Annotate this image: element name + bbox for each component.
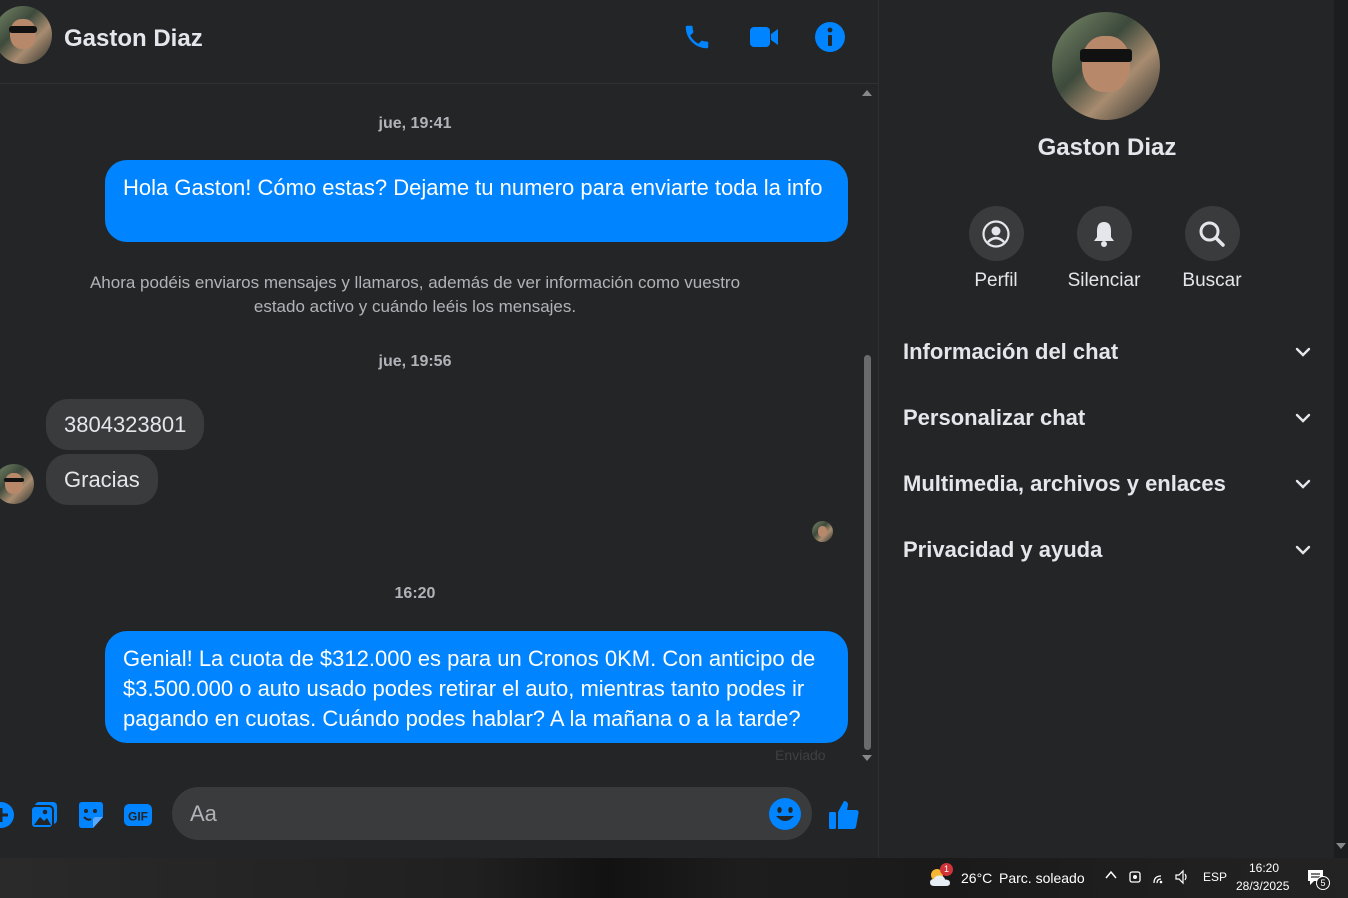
messenger-window: Gaston Diaz jue, 19:41 Hola Gaston! Cómo… xyxy=(0,0,1348,898)
message-timestamp: jue, 19:41 xyxy=(378,115,452,132)
input-language[interactable]: ESP xyxy=(1203,870,1227,884)
chevron-down-icon xyxy=(1295,545,1311,555)
emoji-icon[interactable] xyxy=(767,796,803,832)
notification-count: 5 xyxy=(1316,876,1330,890)
gif-icon[interactable]: GIF xyxy=(121,798,155,832)
info-icon[interactable] xyxy=(813,20,847,54)
scrollbar-thumb[interactable] xyxy=(864,355,871,750)
chevron-down-icon xyxy=(1295,479,1311,489)
contact-name[interactable]: Gaston Diaz xyxy=(64,25,203,53)
chevron-down-icon xyxy=(1295,347,1311,357)
delivery-status: Enviado xyxy=(775,747,826,763)
panel-scrollbar[interactable] xyxy=(1334,0,1348,858)
profile-icon xyxy=(968,206,1024,261)
profile-button-label: Perfil xyxy=(974,270,1018,291)
windows-taskbar: 1 26°C Parc. soleado ESP 16:20 28/3/2025… xyxy=(0,858,1348,898)
message-timestamp: 16:20 xyxy=(394,585,436,602)
received-message[interactable]: Gracias xyxy=(46,454,158,505)
sent-message[interactable]: Genial! La cuota de $312.000 es para un … xyxy=(105,631,848,743)
section-privacy-help[interactable]: Privacidad y ayuda xyxy=(903,530,1313,570)
meet-now-icon[interactable] xyxy=(1127,869,1143,885)
conversation-info-panel: Gaston Diaz Perfil Silenciar Buscar Info… xyxy=(878,0,1334,858)
chat-pane: Gaston Diaz jue, 19:41 Hola Gaston! Cómo… xyxy=(0,0,878,858)
section-title: Personalizar chat xyxy=(903,405,1086,430)
section-title: Privacidad y ayuda xyxy=(903,537,1103,562)
bell-icon xyxy=(1076,206,1132,261)
search-button-label: Buscar xyxy=(1182,270,1242,291)
clock-date[interactable]: 28/3/2025 xyxy=(1236,879,1289,893)
received-message[interactable]: 3804323801 xyxy=(46,399,205,450)
scroll-down-icon[interactable] xyxy=(862,755,872,761)
section-title: Información del chat xyxy=(903,339,1119,364)
wifi-icon[interactable] xyxy=(1152,869,1168,885)
weather-description[interactable]: Parc. soleado xyxy=(999,870,1085,886)
chevron-up-icon[interactable] xyxy=(1104,868,1118,884)
image-icon[interactable] xyxy=(27,798,61,832)
profile-button[interactable]: Perfil xyxy=(941,206,1051,292)
profile-avatar[interactable] xyxy=(1052,12,1160,120)
chat-header: Gaston Diaz xyxy=(0,0,878,84)
search-icon xyxy=(1184,206,1240,261)
weather-temperature[interactable]: 26°C xyxy=(961,870,992,886)
section-title: Multimedia, archivos y enlaces xyxy=(903,471,1226,496)
message-timestamp: jue, 19:56 xyxy=(378,353,452,370)
weather-badge: 1 xyxy=(940,863,953,876)
plus-icon[interactable] xyxy=(0,798,18,832)
sticker-icon[interactable] xyxy=(74,798,108,832)
section-media-files-links[interactable]: Multimedia, archivos y enlaces xyxy=(903,464,1313,504)
section-customize-chat[interactable]: Personalizar chat xyxy=(903,398,1313,438)
thumbs-up-icon[interactable] xyxy=(827,798,861,832)
clock-time[interactable]: 16:20 xyxy=(1249,861,1279,875)
sender-avatar xyxy=(0,464,34,504)
video-call-icon[interactable] xyxy=(747,20,781,54)
svg-text:GIF: GIF xyxy=(128,810,148,824)
search-button[interactable]: Buscar xyxy=(1157,206,1267,292)
profile-name: Gaston Diaz xyxy=(1037,134,1177,161)
section-chat-info[interactable]: Información del chat xyxy=(903,332,1313,372)
system-notice: Ahora podéis enviaros mensajes y llamaro… xyxy=(89,273,741,316)
sent-message[interactable]: Hola Gaston! Cómo estas? Dejame tu numer… xyxy=(105,160,848,242)
volume-icon[interactable] xyxy=(1174,869,1190,885)
scroll-down-icon[interactable] xyxy=(1336,843,1346,849)
contact-avatar[interactable] xyxy=(0,6,52,64)
seen-indicator-avatar xyxy=(812,521,833,542)
mute-button[interactable]: Silenciar xyxy=(1049,206,1159,292)
chevron-down-icon xyxy=(1295,413,1311,423)
phone-call-icon[interactable] xyxy=(680,20,714,54)
scroll-up-icon[interactable] xyxy=(862,90,872,96)
mute-button-label: Silenciar xyxy=(1067,270,1141,291)
message-input[interactable] xyxy=(172,787,812,840)
composer-bar: GIF xyxy=(0,772,878,858)
